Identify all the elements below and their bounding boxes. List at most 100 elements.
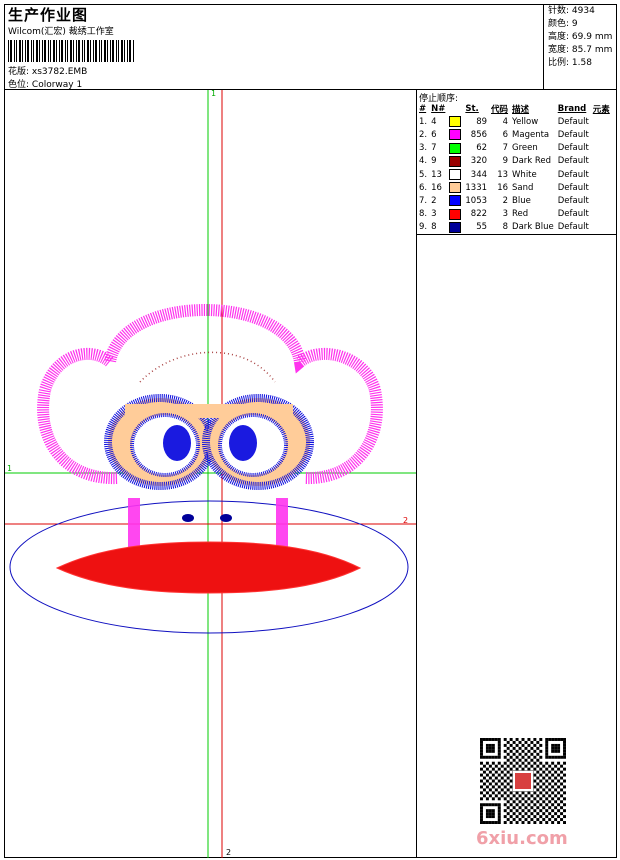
left-nostril (182, 514, 194, 522)
table-row: 7. 2 1053 2 Blue Default (417, 194, 612, 207)
cell-n: 16 (431, 182, 442, 193)
cell-desc: Red (512, 209, 529, 220)
design-canvas: 1 1 2 2 (5, 90, 416, 858)
lips (55, 541, 362, 594)
company-name: Wilcom(汇宏) 裁绣工作室 (8, 27, 114, 37)
cell-n: 3 (431, 209, 437, 220)
cell-st: 320 (470, 156, 488, 167)
cell-idx: 6. (419, 182, 428, 193)
cell-st: 62 (476, 143, 488, 154)
cell-code: 3 (502, 209, 509, 220)
guide-label-green-h: 1 (7, 464, 12, 473)
sheet-title: 生产作业图 (8, 6, 89, 24)
color-swatch (449, 208, 462, 220)
cell-code: 16 (497, 182, 509, 193)
cell-brand: Default (557, 222, 589, 233)
color-swatch (449, 221, 462, 233)
cell-n: 4 (431, 116, 437, 127)
guide-label-red-h: 2 (403, 516, 408, 525)
cell-st: 1331 (465, 182, 488, 193)
cell-n: 6 (431, 129, 437, 140)
stat-width: 宽度: 85.7 mm (548, 45, 613, 55)
colorway-value: Colorway 1 (31, 80, 83, 90)
cell-code: 13 (497, 169, 509, 180)
color-swatch (449, 116, 462, 128)
color-swatch (449, 195, 462, 207)
color-swatch (449, 129, 462, 141)
cell-code: 4 (502, 116, 509, 127)
cell-idx: 8. (419, 209, 428, 220)
cell-brand: Default (557, 143, 589, 154)
cell-idx: 2. (419, 129, 428, 140)
col-needle: N# (431, 103, 446, 114)
colorway: 色位: Colorway 1 (8, 77, 82, 90)
cell-code: 6 (502, 129, 509, 140)
col-description: 描述 (512, 104, 530, 115)
stat-scale: 比例: 1.58 (548, 58, 592, 68)
table-row: 9. 8 55 8 Dark Blue Default (417, 221, 612, 234)
cell-desc: Dark Red (512, 156, 552, 167)
col-code: 代码 (491, 104, 509, 115)
cell-code: 7 (502, 143, 509, 154)
cell-st: 89 (476, 116, 488, 127)
cell-n: 8 (431, 222, 437, 233)
cell-brand: Default (557, 116, 589, 127)
cell-idx: 5. (419, 169, 428, 180)
stat-height: 高度: 69.9 mm (548, 32, 613, 42)
cell-idx: 1. (419, 116, 428, 127)
color-swatch (449, 142, 462, 154)
cell-code: 9 (502, 156, 509, 167)
left-pupil (163, 425, 191, 461)
cell-desc: Blue (512, 195, 531, 206)
cell-desc: Dark Blue (512, 222, 554, 233)
guide-label-green-v: 1 (211, 90, 216, 98)
table-row: 3. 7 62 7 Green Default (417, 142, 612, 155)
right-pupil (229, 425, 257, 461)
cell-idx: 7. (419, 195, 428, 206)
watermark: 6xiu.com (476, 828, 568, 849)
cell-desc: Magenta (512, 129, 550, 140)
design-value: xs3782.EMB (31, 67, 88, 77)
design-file: 花版: xs3782.EMB (8, 64, 87, 77)
color-swatch (449, 182, 462, 194)
col-index: # (419, 103, 427, 114)
cell-brand: Default (557, 182, 589, 193)
col-brand: Brand (557, 103, 587, 114)
col-element: 元素 (592, 104, 610, 115)
cell-st: 344 (470, 169, 488, 180)
col-stitches: St. (465, 103, 479, 114)
header: 生产作业图 Wilcom(汇宏) 裁绣工作室 花版: xs3782.EMB 色位… (4, 4, 617, 90)
right-leg (276, 498, 288, 548)
qr-code-icon (480, 738, 566, 824)
cell-desc: White (512, 169, 537, 180)
cell-desc: Yellow (512, 116, 539, 127)
stat-colors: 颜色: 9 (548, 19, 578, 29)
cell-desc: Green (512, 143, 538, 154)
cell-n: 7 (431, 143, 437, 154)
cell-n: 9 (431, 156, 437, 167)
cell-brand: Default (557, 156, 589, 167)
stop-sequence-panel: 停止顺序: # N# St. 代码 描述 Brand 元素 1. 4 89 4 Yell… (416, 90, 617, 235)
cell-idx: 9. (419, 222, 428, 233)
table-header-row: # N# St. 代码 描述 Brand 元素 (417, 102, 612, 115)
cell-brand: Default (557, 129, 589, 140)
cell-st: 1053 (465, 195, 488, 206)
barcode-icon (8, 40, 134, 62)
cell-idx: 3. (419, 143, 428, 154)
cell-desc: Sand (512, 182, 534, 193)
colorway-label: 色位: (8, 80, 30, 90)
cell-st: 55 (476, 222, 488, 233)
table-row: 1. 4 89 4 Yellow Default (417, 115, 612, 128)
table-row: 4. 9 320 9 Dark Red Default (417, 155, 612, 168)
guide-label-red-v: 2 (226, 848, 231, 857)
goggle-bridge (125, 404, 293, 418)
cell-code: 2 (502, 195, 509, 206)
cell-brand: Default (557, 209, 589, 220)
design-label: 花版: (8, 67, 30, 77)
cell-code: 8 (502, 222, 509, 233)
cell-st: 822 (470, 209, 488, 220)
cell-st: 856 (470, 129, 488, 140)
stat-stitches: 针数: 4934 (548, 6, 595, 16)
left-leg (128, 498, 140, 548)
table-row: 2. 6 856 6 Magenta Default (417, 128, 612, 141)
